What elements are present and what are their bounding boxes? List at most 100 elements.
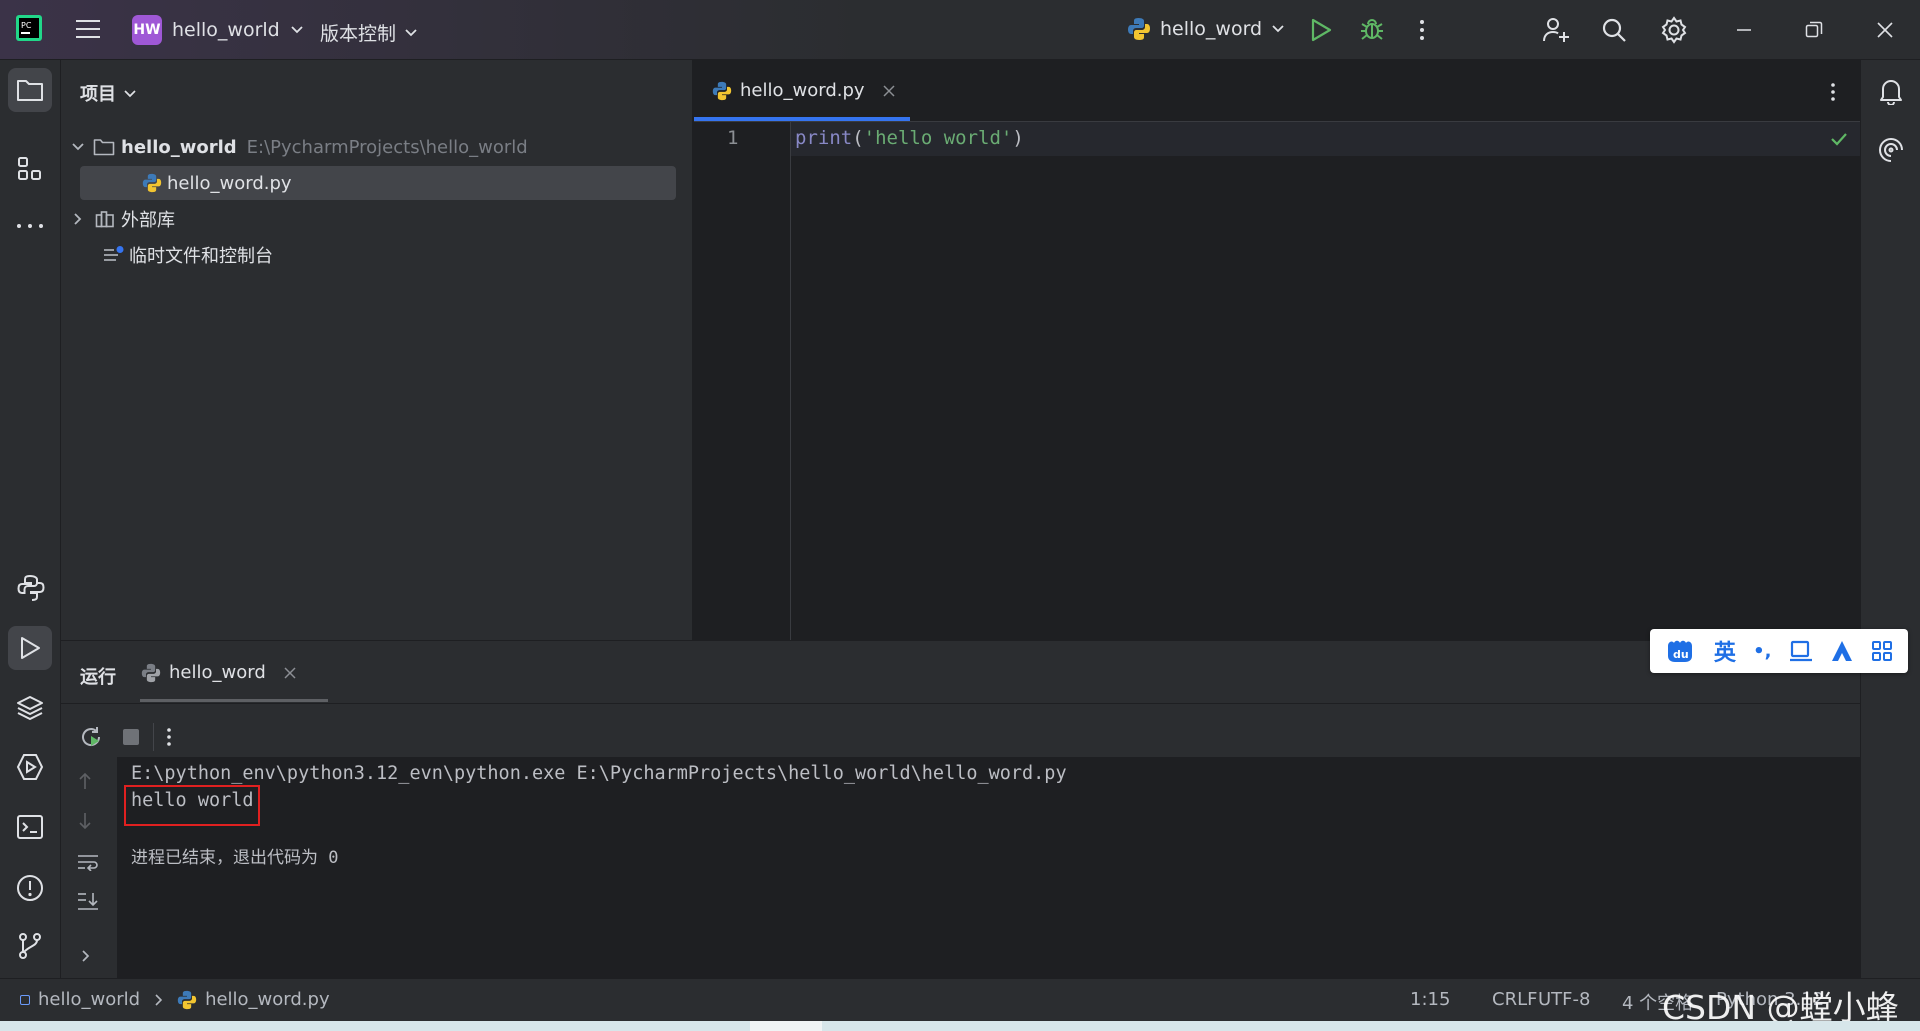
cursor-position[interactable]: 1:15 <box>1410 989 1450 1010</box>
python-packages-icon[interactable] <box>16 694 44 722</box>
tree-item-root[interactable]: hello_world E:\PycharmProjects\hello_wor… <box>71 130 671 164</box>
root-folder-name: hello_world <box>121 136 237 158</box>
right-toolbar <box>1860 60 1920 978</box>
main-menu-icon[interactable] <box>75 17 101 41</box>
code-string: 'hello world' <box>863 127 1013 149</box>
active-tab-indicator <box>694 117 910 121</box>
chevron-right-icon[interactable] <box>81 949 91 963</box>
run-tab-indicator <box>140 699 328 702</box>
ime-lang-toggle[interactable]: 英 <box>1714 635 1736 667</box>
stop-icon[interactable] <box>123 729 139 745</box>
tree-item-external-libs[interactable]: 外部库 <box>71 202 671 236</box>
scroll-up-icon[interactable] <box>78 771 92 791</box>
tree-item-scratches[interactable]: 临时文件和控制台 <box>71 238 671 272</box>
close-tab-icon[interactable] <box>284 666 296 679</box>
python-file-icon <box>712 81 732 101</box>
vcs-menu[interactable]: 版本控制 <box>320 19 418 46</box>
breadcrumb-file[interactable]: hello_word.py <box>205 989 330 1010</box>
close-icon[interactable] <box>1876 21 1894 39</box>
more-tool-windows-icon[interactable] <box>16 222 44 230</box>
ime-punct-toggle[interactable]: •, <box>1753 641 1771 662</box>
library-icon <box>95 210 115 228</box>
breadcrumb: hello_world hello_word.py <box>20 989 330 1010</box>
ime-toolbar: du 英 •, <box>1650 629 1908 673</box>
play-icon <box>21 637 40 659</box>
taskbar-strip <box>0 1021 1920 1031</box>
search-icon[interactable] <box>1601 17 1627 43</box>
title-bar: PC HW hello_world 版本控制 hello_word <box>0 0 1920 60</box>
gear-icon[interactable] <box>1660 16 1688 44</box>
ime-user-icon[interactable] <box>1830 639 1854 663</box>
chevron-down-icon <box>404 28 418 38</box>
folder-icon <box>17 80 43 101</box>
run-panel: 运行 hello_word E:\python_env\python3.12_e… <box>61 640 1860 979</box>
services-icon[interactable] <box>16 753 44 781</box>
scratches-label: 临时文件和控制台 <box>129 246 273 267</box>
run-tab-hello-word[interactable]: hello_word <box>141 662 296 683</box>
git-icon[interactable] <box>17 932 43 960</box>
restore-icon[interactable] <box>1805 21 1823 39</box>
scroll-to-end-icon[interactable] <box>77 891 99 911</box>
status-bar: hello_world hello_word.py 1:15 CRLF UTF-… <box>0 978 1920 1027</box>
module-icon <box>20 994 30 1005</box>
more-actions-icon[interactable] <box>166 727 172 747</box>
ime-skin-icon[interactable] <box>1789 640 1813 662</box>
run-config-name: hello_word <box>1160 18 1263 40</box>
ime-grid-icon[interactable] <box>1871 640 1893 662</box>
root-folder-path: E:\PycharmProjects\hello_world <box>246 136 528 158</box>
vcs-label: 版本控制 <box>320 23 397 45</box>
code-paren: ( <box>852 127 864 149</box>
run-tab-label: hello_word <box>169 662 266 683</box>
structure-icon[interactable] <box>17 156 43 182</box>
python-file-icon <box>142 173 162 193</box>
chevron-right-icon <box>154 993 163 1007</box>
rerun-icon[interactable] <box>79 725 103 749</box>
minimize-icon[interactable] <box>1736 28 1752 32</box>
tab-options-icon[interactable] <box>1830 82 1836 102</box>
scroll-down-icon[interactable] <box>78 811 92 831</box>
more-actions-icon[interactable] <box>1418 18 1426 42</box>
line-separator[interactable]: CRLF <box>1492 989 1537 1010</box>
file-encoding[interactable]: UTF-8 <box>1538 989 1590 1010</box>
chevron-down-icon <box>1271 24 1285 34</box>
breadcrumb-project[interactable]: hello_world <box>38 989 140 1010</box>
chevron-down-icon <box>124 89 136 98</box>
code-function: print <box>795 127 853 149</box>
run-button[interactable] <box>1310 18 1332 42</box>
editor-area: hello_word.py 1 print('hello world') <box>694 60 1860 640</box>
code-with-me-icon[interactable] <box>1542 16 1570 44</box>
project-panel-title: 项目 <box>80 84 116 105</box>
run-tool-button[interactable] <box>8 626 52 670</box>
project-tool-button[interactable] <box>8 68 52 112</box>
console-output[interactable]: E:\python_env\python3.12_evn\python.exe … <box>117 757 1860 979</box>
ai-assistant-icon[interactable] <box>1878 137 1904 163</box>
soft-wrap-icon[interactable] <box>77 853 99 871</box>
baidu-ime-logo-icon[interactable]: du <box>1665 638 1697 664</box>
editor-tab-hello-word[interactable]: hello_word.py <box>712 80 895 101</box>
python-file-icon <box>177 990 197 1010</box>
project-panel: 项目 hello_world E:\PycharmProjects\hello_… <box>61 60 693 640</box>
tree-item-file[interactable]: hello_word.py <box>80 166 676 200</box>
notifications-bell-icon[interactable] <box>1878 77 1904 105</box>
project-switcher[interactable]: HW hello_world <box>132 15 304 45</box>
python-console-icon[interactable] <box>17 574 45 602</box>
editor-tab-bar: hello_word.py <box>694 60 1860 122</box>
taskbar-item <box>750 1021 822 1031</box>
chevron-down-icon[interactable] <box>71 142 85 152</box>
run-config-selector[interactable]: hello_word <box>1127 17 1285 41</box>
svg-text:du: du <box>1673 648 1689 661</box>
code-line[interactable]: print('hello world') <box>795 127 1024 149</box>
no-problems-check-icon[interactable] <box>1830 132 1848 146</box>
editor-gutter <box>694 122 791 640</box>
divider <box>61 703 1860 704</box>
debug-button[interactable] <box>1359 16 1385 42</box>
close-tab-icon[interactable] <box>883 84 895 97</box>
project-name: hello_world <box>172 19 280 41</box>
project-view-selector[interactable]: 项目 <box>80 80 136 106</box>
chevron-right-icon[interactable] <box>73 212 83 226</box>
svg-text:PC: PC <box>21 21 32 30</box>
folder-icon <box>93 138 115 156</box>
line-number: 1 <box>727 127 739 149</box>
problems-icon[interactable] <box>16 874 44 902</box>
terminal-icon[interactable] <box>16 814 44 840</box>
